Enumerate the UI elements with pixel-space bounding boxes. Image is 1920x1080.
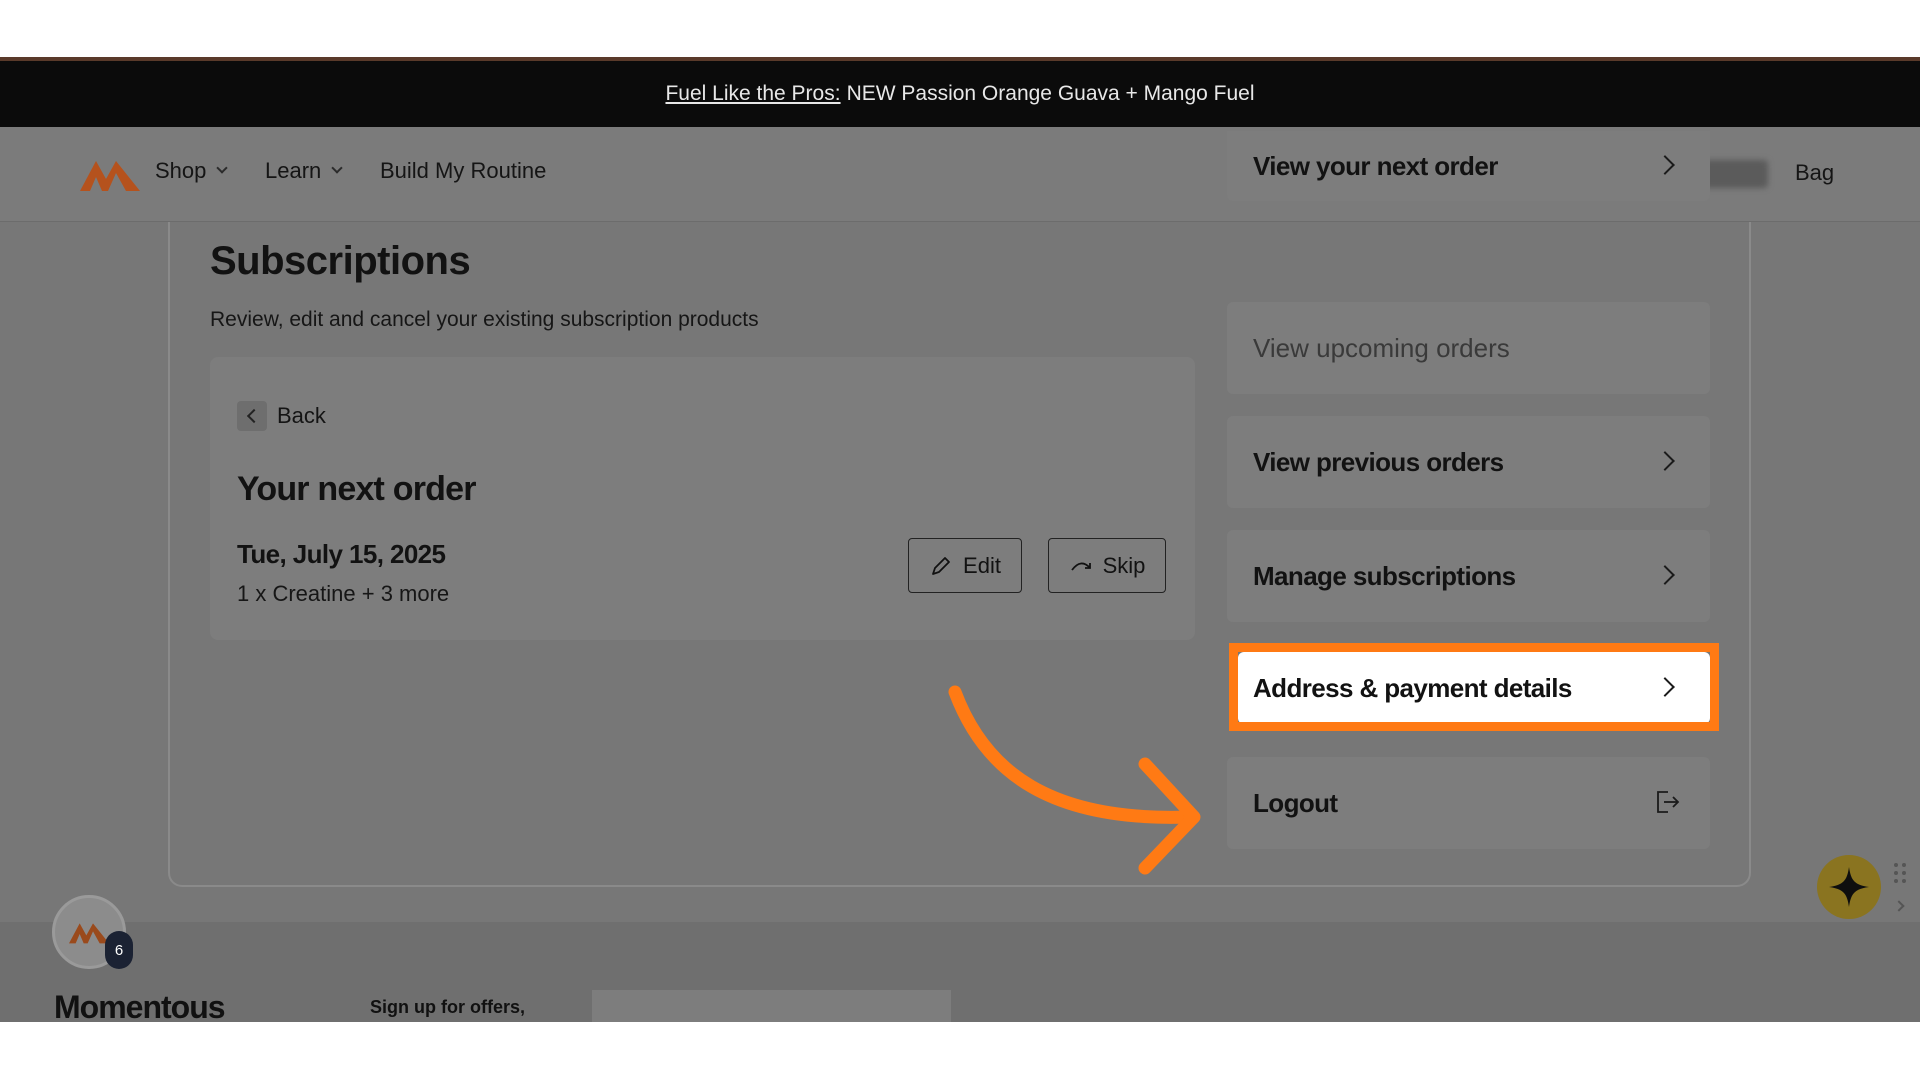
chevron-right-icon — [1655, 155, 1675, 175]
next-order-date: Tue, July 15, 2025 — [237, 539, 446, 569]
menu-logout[interactable]: Logout — [1227, 757, 1710, 849]
page-subtitle: Review, edit and cancel your existing su… — [210, 308, 759, 331]
chevron-down-icon — [216, 162, 229, 174]
chevron-right-icon — [1655, 565, 1675, 585]
next-order-items: 1 x Creatine + 3 more — [237, 581, 450, 606]
momentous-logo-icon — [69, 923, 109, 944]
edit-button[interactable]: Edit — [908, 538, 1022, 593]
footer-signup-text: Sign up for offers, — [370, 997, 525, 1017]
bag-link[interactable]: Bag — [1795, 160, 1834, 186]
drag-handle-icon[interactable] — [1893, 862, 1907, 884]
back-label: Back — [277, 403, 326, 428]
nav-learn-label: Learn — [265, 158, 322, 183]
sparkle-icon — [1829, 867, 1869, 907]
nav-learn[interactable]: Learn — [265, 158, 343, 184]
chevron-left-icon — [237, 401, 267, 431]
assistant-button[interactable] — [1817, 855, 1881, 919]
menu-label: Logout — [1253, 787, 1338, 818]
menu-label: View upcoming orders — [1253, 332, 1510, 363]
menu-label: View your next order — [1253, 150, 1498, 181]
menu-view-next-order[interactable]: View your next order — [1227, 131, 1710, 201]
next-order-panel: Back Your next order Tue, July 15, 2025 … — [210, 357, 1195, 640]
menu-address-payment-details[interactable]: Address & payment details — [1238, 652, 1710, 724]
chevron-right-icon[interactable] — [1893, 900, 1905, 912]
nav-build-label: Build My Routine — [380, 158, 547, 183]
edit-label: Edit — [963, 552, 1001, 578]
menu-view-previous-orders[interactable]: View previous orders — [1227, 416, 1710, 508]
menu-label: Manage subscriptions — [1253, 560, 1516, 591]
next-order-heading: Your next order — [237, 470, 476, 508]
skip-label: Skip — [1102, 552, 1146, 578]
announcement-link[interactable]: Fuel Like the Pros: — [665, 82, 840, 106]
nav-shop[interactable]: Shop — [155, 158, 229, 184]
nav-build-my-routine[interactable]: Build My Routine — [380, 158, 546, 184]
announcement-bar: Fuel Like the Pros: NEW Passion Orange G… — [0, 61, 1920, 127]
chevron-right-icon — [1655, 451, 1675, 471]
page-title: Subscriptions — [210, 239, 471, 283]
announcement-text: NEW Passion Orange Guava + Mango Fuel — [846, 82, 1255, 105]
footer-brand: Momentous — [54, 989, 226, 1022]
momentous-logo-icon[interactable] — [80, 157, 140, 191]
menu-view-upcoming-orders[interactable]: View upcoming orders — [1227, 302, 1710, 394]
screenshot-frame: Fuel Like the Pros: NEW Passion Orange G… — [0, 0, 1920, 1080]
notification-count-badge: 6 — [105, 931, 133, 969]
menu-manage-subscriptions[interactable]: Manage subscriptions — [1227, 530, 1710, 622]
nav-shop-label: Shop — [155, 158, 207, 183]
page: Shop Learn Build My Routine Bag Subscrip — [0, 127, 1920, 1022]
menu-label: Address & payment details — [1253, 672, 1572, 703]
pencil-icon — [932, 556, 950, 575]
site-footer: Momentous Sign up for offers, — [0, 922, 1920, 1022]
chevron-down-icon — [331, 162, 343, 174]
skip-arrow-icon — [1070, 562, 1091, 571]
chevron-right-icon — [1655, 677, 1675, 697]
footer-email-input[interactable] — [592, 990, 951, 1022]
skip-button[interactable]: Skip — [1048, 538, 1166, 593]
menu-label: View previous orders — [1253, 446, 1504, 477]
logout-icon — [1657, 791, 1680, 813]
back-button[interactable]: Back — [237, 401, 326, 431]
